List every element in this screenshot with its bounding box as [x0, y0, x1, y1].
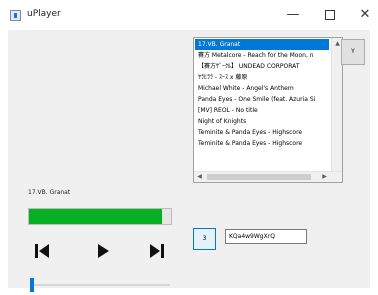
- volume-slider[interactable]: [30, 278, 170, 294]
- list-item[interactable]: Night of Knights: [195, 116, 329, 127]
- now-playing-label: 17.VB. Granat: [28, 189, 71, 196]
- list-item[interactable]: 17.VB. Granat: [195, 39, 329, 50]
- list-item[interactable]: [MV] REOL - No title: [195, 105, 329, 116]
- scroll-right-icon[interactable]: ▶: [319, 172, 330, 182]
- close-button[interactable]: ✕: [348, 0, 378, 30]
- next-button[interactable]: [145, 240, 171, 262]
- list-item[interactable]: 【賽方ｻﾞｰｸﾙ】 UNDEAD CORPORAT: [195, 61, 329, 72]
- maximize-icon: [325, 9, 335, 20]
- playback-progress-bar: [28, 208, 172, 225]
- minimize-button[interactable]: —: [276, 0, 310, 30]
- client-area: 17.VB. Granat 賽方 Metalcore - Reach for th…: [8, 30, 370, 292]
- skip-previous-icon: [35, 244, 49, 258]
- slider-track: [34, 284, 170, 286]
- list-item[interactable]: 賽方 Metalcore - Reach for the Moon, n: [195, 50, 329, 61]
- number-button[interactable]: 3: [193, 228, 216, 250]
- side-button[interactable]: Y: [341, 39, 365, 65]
- skip-next-icon: [150, 244, 164, 258]
- list-item[interactable]: Teminite & Panda Eyes - Highscore: [195, 138, 329, 149]
- maximize-button[interactable]: [313, 0, 347, 30]
- java-app-icon: [10, 10, 21, 21]
- play-button[interactable]: [90, 240, 116, 262]
- scroll-left-icon[interactable]: ◀: [194, 172, 205, 182]
- list-item[interactable]: Teminite & Panda Eyes - Highscore: [195, 127, 329, 138]
- play-icon: [98, 244, 109, 258]
- title-bar: uPlayer — ✕: [0, 0, 378, 30]
- previous-button[interactable]: [29, 240, 55, 262]
- list-item[interactable]: Michael White - Angel's Anthem: [195, 83, 329, 94]
- progress-fill: [29, 209, 163, 224]
- horizontal-scrollbar[interactable]: ◀ ▶: [194, 171, 342, 182]
- horizontal-scroll-thumb[interactable]: [207, 174, 311, 180]
- list-item[interactable]: ﾔﾗﾋﾗﾗ - ｽｰｽ x 藤原: [195, 72, 329, 83]
- window-title: uPlayer: [27, 9, 61, 19]
- playlist-listbox[interactable]: 17.VB. Granat 賽方 Metalcore - Reach for th…: [193, 37, 343, 183]
- text-input[interactable]: KQa4w9WgXrQ: [225, 229, 307, 244]
- slider-thumb[interactable]: [30, 278, 34, 292]
- list-item[interactable]: Panda Eyes - One Smile (feat. Azuria Si: [195, 94, 329, 105]
